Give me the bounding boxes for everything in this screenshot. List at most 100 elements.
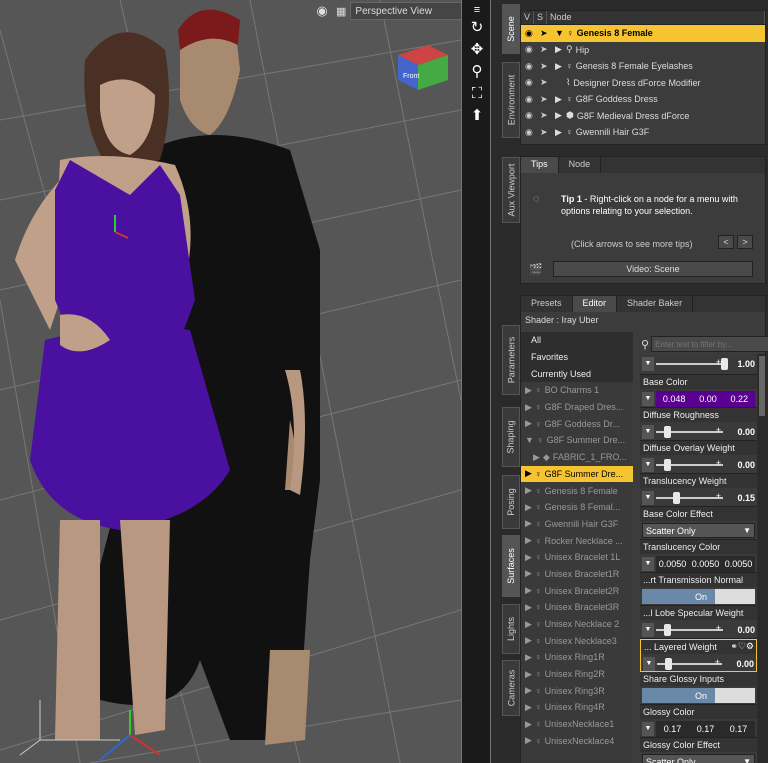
filter-item[interactable]: Currently Used bbox=[521, 365, 633, 383]
expand-icon[interactable]: ▼ bbox=[555, 28, 564, 38]
eye-icon[interactable]: ◉ bbox=[525, 110, 537, 121]
surface-item[interactable]: ▶ ♀ Unisex Necklace 2 bbox=[521, 616, 633, 633]
zoom-icon[interactable]: ⚲ bbox=[462, 60, 492, 82]
plus-icon[interactable]: + bbox=[716, 357, 721, 367]
eye-icon[interactable]: ◉ bbox=[525, 127, 537, 138]
eye-icon[interactable]: ◉ bbox=[525, 77, 537, 88]
tab-posing[interactable]: Posing bbox=[502, 475, 520, 529]
plus-icon[interactable]: + bbox=[716, 425, 721, 435]
surface-item[interactable]: ▶ ♀ UnisexNecklace1 bbox=[521, 716, 633, 733]
slider-knob[interactable] bbox=[672, 491, 680, 504]
expand-icon[interactable]: ▼ bbox=[525, 435, 534, 445]
expand-icon[interactable]: ▶ bbox=[525, 685, 532, 696]
scrollbar[interactable] bbox=[758, 354, 766, 763]
filter-input[interactable] bbox=[651, 336, 768, 352]
3d-viewport[interactable]: Front ◉ ▦ Perspective View ▼ bbox=[0, 0, 461, 763]
tab-cameras[interactable]: Cameras bbox=[502, 660, 520, 716]
eye-icon[interactable]: ◉ bbox=[525, 94, 537, 105]
col-visible[interactable]: V bbox=[521, 11, 535, 24]
expand-icon[interactable]: ▶ bbox=[525, 635, 532, 646]
surface-item[interactable]: ▶ ♀ Genesis 8 Female bbox=[521, 482, 633, 499]
expand-icon[interactable]: ▶ bbox=[525, 602, 532, 613]
expand-icon[interactable]: ▶ bbox=[555, 61, 563, 72]
chevron-down-icon[interactable]: ▼ bbox=[642, 721, 654, 736]
col-node[interactable]: Node bbox=[547, 11, 765, 24]
next-tip-button[interactable]: > bbox=[737, 235, 753, 249]
expand-icon[interactable]: ▶ bbox=[525, 535, 532, 546]
expand-icon[interactable]: ▶ bbox=[525, 502, 532, 513]
chevron-down-icon[interactable]: ▼ bbox=[642, 457, 654, 472]
slider-knob[interactable] bbox=[664, 657, 672, 670]
expand-icon[interactable]: ▶ bbox=[525, 735, 532, 746]
tab-parameters[interactable]: Parameters bbox=[502, 325, 520, 395]
pointer-icon[interactable]: ➤ bbox=[540, 110, 552, 121]
orbit-icon[interactable]: ↻ bbox=[462, 16, 492, 38]
scene-row[interactable]: ◉ ➤ ▼ ♀ Genesis 8 Female bbox=[521, 25, 765, 42]
surface-item[interactable]: ▶ ♀ Unisex Ring1R bbox=[521, 649, 633, 666]
slider-knob[interactable] bbox=[664, 623, 672, 636]
camera-orb-icon[interactable]: ◉ bbox=[312, 2, 332, 20]
value-slider[interactable]: + bbox=[656, 357, 728, 370]
toggle-switch[interactable]: On bbox=[642, 688, 755, 703]
scene-row[interactable]: ◉ ➤ ▶ ⬢ G8F Medieval Dress dForce bbox=[521, 108, 765, 125]
surface-item[interactable]: ▶ ♀ Unisex Ring3R bbox=[521, 682, 633, 699]
tab-shaping[interactable]: Shaping bbox=[502, 407, 520, 467]
value-slider[interactable]: + bbox=[656, 425, 723, 438]
filter-item[interactable]: All bbox=[521, 332, 633, 349]
surface-item[interactable]: ▶ ♀ G8F Goddess Dr... bbox=[521, 415, 633, 432]
expand-icon[interactable]: ▶ bbox=[525, 568, 532, 579]
surface-item[interactable]: ▶ ♀ BO Charms 1 bbox=[521, 382, 633, 399]
surface-item[interactable]: ▶ ♀ Unisex Ring4R bbox=[521, 699, 633, 716]
value-slider[interactable]: + bbox=[656, 458, 723, 471]
tab-shader-baker[interactable]: Shader Baker bbox=[617, 296, 694, 312]
expand-icon[interactable]: ▶ bbox=[525, 585, 532, 596]
pointer-icon[interactable]: ➤ bbox=[540, 44, 552, 55]
tab-node[interactable]: Node bbox=[559, 157, 602, 173]
tab-aux-viewport[interactable]: Aux Viewport bbox=[502, 157, 520, 223]
eye-icon[interactable]: ◉ bbox=[525, 44, 537, 55]
expand-icon[interactable]: ▶ bbox=[525, 702, 532, 713]
expand-icon[interactable]: ▶ bbox=[525, 418, 532, 429]
pointer-icon[interactable]: ➤ bbox=[540, 61, 552, 72]
plus-icon[interactable]: + bbox=[715, 657, 720, 667]
chevron-down-icon[interactable]: ▼ bbox=[642, 622, 654, 637]
pointer-icon[interactable]: ➤ bbox=[540, 28, 552, 39]
surface-item[interactable]: ▶ ♀ Unisex Bracelet 1L bbox=[521, 549, 633, 566]
prev-tip-button[interactable]: < bbox=[718, 235, 734, 249]
tab-surfaces[interactable]: Surfaces bbox=[502, 535, 520, 597]
slider-value[interactable]: 1.00 bbox=[725, 359, 755, 369]
surface-item[interactable]: ▶ ♀ Unisex Necklace3 bbox=[521, 632, 633, 649]
slider-knob[interactable] bbox=[664, 425, 672, 438]
expand-icon[interactable]: ▶ bbox=[525, 485, 532, 496]
slider-value[interactable]: 0.00 bbox=[725, 460, 755, 470]
pointer-icon[interactable]: ➤ bbox=[540, 94, 552, 105]
link-favorite-gear-icon[interactable]: ⚭♡⚙ bbox=[730, 641, 754, 652]
tab-lights[interactable]: Lights bbox=[502, 604, 520, 654]
color-value[interactable]: 0.0050 0.0050 0.0050 bbox=[656, 555, 755, 572]
pointer-icon[interactable]: ➤ bbox=[540, 127, 552, 138]
expand-icon[interactable]: ▶ bbox=[525, 385, 532, 396]
surface-item[interactable]: ▼ ♀ G8F Summer Dre... bbox=[521, 432, 633, 449]
plus-icon[interactable]: + bbox=[716, 623, 721, 633]
pan-icon[interactable]: ✥ bbox=[462, 38, 492, 60]
plus-icon[interactable]: + bbox=[716, 491, 721, 501]
eye-icon[interactable]: ◉ bbox=[525, 61, 537, 72]
scene-row[interactable]: ◉ ➤ ⌇ Designer Dress dForce Modifier bbox=[521, 75, 765, 92]
chevron-down-icon[interactable]: ▼ bbox=[642, 556, 654, 571]
chevron-down-icon[interactable]: ▼ bbox=[643, 656, 655, 671]
effect-select[interactable]: Scatter Only ▼ bbox=[642, 523, 755, 538]
chevron-down-icon[interactable]: ▼ bbox=[642, 356, 654, 371]
tab-scene[interactable]: Scene bbox=[502, 4, 520, 54]
expand-icon[interactable]: ▶ bbox=[525, 652, 532, 663]
toggle-switch[interactable]: On bbox=[642, 589, 755, 604]
tab-environment[interactable]: Environment bbox=[502, 62, 520, 138]
expand-icon[interactable]: ▶ bbox=[525, 552, 532, 563]
filter-item[interactable]: Favorites bbox=[521, 348, 633, 366]
expand-icon[interactable]: ▶ bbox=[555, 127, 563, 138]
expand-icon[interactable]: ▶ bbox=[525, 518, 532, 529]
slider-value[interactable]: 0.15 bbox=[725, 493, 755, 503]
surface-item[interactable]: ▶ ♀ Unisex Ring2R bbox=[521, 666, 633, 683]
expand-icon[interactable]: ▶ bbox=[555, 94, 563, 105]
chevron-down-icon[interactable]: ▼ bbox=[642, 391, 654, 406]
surface-item[interactable]: ▶ ♀ G8F Summer Dre... bbox=[521, 465, 633, 483]
